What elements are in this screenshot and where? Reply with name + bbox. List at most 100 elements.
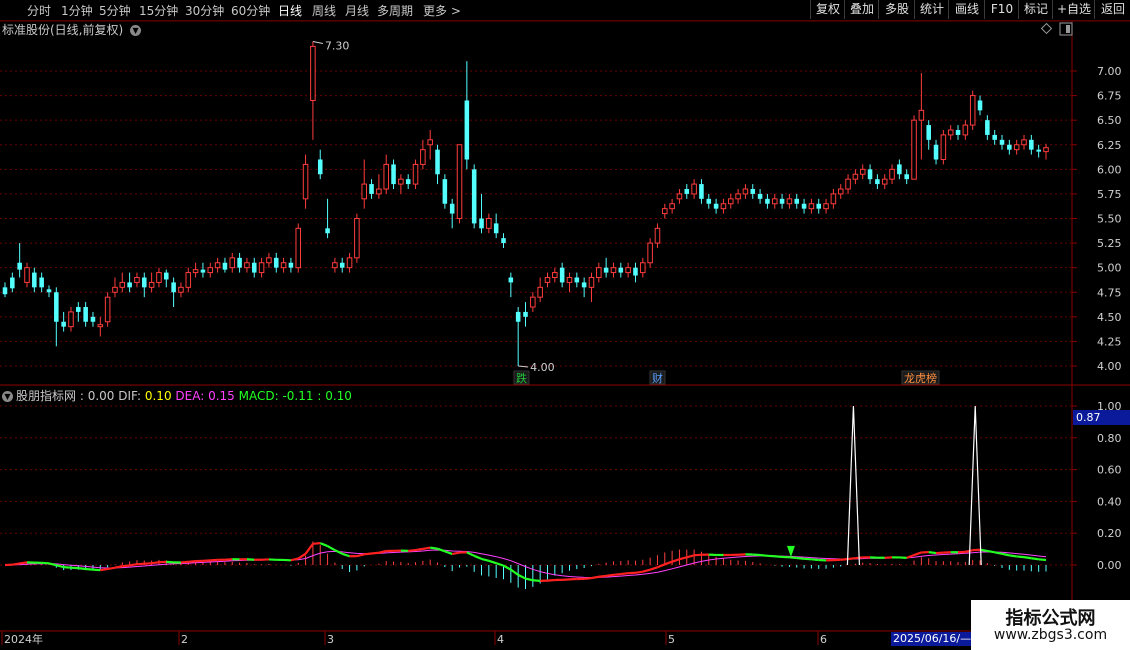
price-gridlines: [0, 70, 1072, 367]
candle: [83, 302, 88, 327]
price-tick-label: 6.00: [1097, 163, 1122, 176]
time-label: 6: [820, 633, 827, 646]
dif-segment: [473, 554, 482, 560]
dif-segment: [481, 557, 490, 562]
dif-segment: [584, 576, 592, 580]
dif-segment: [987, 549, 995, 554]
candle: [999, 134, 1005, 150]
time-axis: 2024年 2 3 4 5 6: [1, 631, 827, 646]
signal-spike: [846, 405, 861, 566]
candle: [471, 164, 477, 229]
dif-segment: [371, 551, 379, 555]
candle: [288, 257, 294, 273]
dif-segment: [122, 564, 130, 568]
dif-segment: [620, 572, 629, 576]
candle: [786, 193, 793, 209]
candle: [229, 252, 236, 273]
dif-segment: [495, 562, 504, 567]
candle: [2, 282, 8, 298]
candle: [904, 169, 909, 185]
indicator-value-macd: MACD: -0.11: [238, 389, 314, 403]
candle: [1021, 134, 1027, 150]
price-axis: 7.00 6.75 6.50 6.25 6.00 5.75 5.50 5.25 5.00 4.75…: [1072, 65, 1122, 373]
chevron-down-icon[interactable]: ▼: [2, 391, 13, 402]
candle: [156, 267, 162, 288]
event-marker[interactable]: 跌: [513, 370, 530, 385]
candle: [119, 272, 126, 293]
candle: [39, 272, 44, 293]
candle: [258, 257, 265, 278]
dif-segment: [517, 573, 526, 580]
candle: [691, 179, 697, 199]
dif-segment: [129, 563, 138, 567]
candle: [633, 262, 638, 283]
candle: [207, 262, 214, 278]
dif-segment: [1031, 557, 1039, 561]
price-tick-label: 4.50: [1097, 311, 1122, 324]
candle: [859, 164, 866, 180]
candle: [1036, 144, 1041, 158]
candle: [742, 184, 749, 199]
candle: [369, 179, 374, 199]
dif-segment: [444, 550, 453, 556]
candle: [192, 262, 199, 278]
dif-segment: [304, 543, 314, 555]
candle: [449, 198, 455, 229]
indicator-name: 股朋指标网: [16, 389, 77, 403]
price-tick-label: 4.25: [1097, 335, 1122, 348]
svg-text:跌: 跌: [516, 371, 527, 385]
dif-segment: [649, 566, 658, 571]
dif-segment: [188, 560, 196, 563]
dif-segment: [1023, 556, 1032, 560]
candle: [280, 257, 287, 273]
candle: [603, 257, 609, 278]
candle: [735, 189, 741, 204]
dif-segment: [356, 553, 365, 558]
candle: [816, 198, 822, 214]
candle: [684, 184, 690, 199]
candle: [537, 277, 543, 303]
indicator-gridlines: [0, 405, 1072, 566]
candle: [947, 125, 954, 140]
cursor-date-badge: 2025/06/16/—: [891, 632, 971, 646]
candle: [310, 41, 316, 140]
candle: [523, 302, 528, 327]
candle: [427, 130, 433, 160]
dif-segment: [56, 564, 64, 569]
candle: [985, 115, 990, 140]
candle: [830, 189, 837, 209]
candle: [881, 174, 888, 189]
dif-segment: [312, 542, 321, 545]
dif-segment: [210, 558, 218, 562]
dif-segment: [796, 556, 805, 560]
candle: [867, 164, 873, 185]
time-label: 3: [327, 633, 334, 646]
candle: [222, 257, 228, 273]
candle: [32, 267, 37, 293]
candle: [1043, 143, 1049, 160]
dif-segment: [100, 568, 108, 572]
dif-segment: [613, 572, 621, 576]
event-marker[interactable]: 财: [649, 370, 666, 385]
candle: [354, 213, 360, 263]
candle: [171, 277, 176, 307]
candle: [713, 198, 719, 214]
time-label: 5: [668, 633, 675, 646]
dif-segment: [19, 561, 28, 565]
candle: [501, 233, 506, 248]
event-marker[interactable]: 龙虎榜: [901, 370, 940, 385]
price-tick-label: 4.00: [1097, 360, 1122, 373]
dif-segment: [811, 558, 819, 562]
candle: [508, 272, 514, 298]
candle: [479, 193, 484, 234]
panel-toggle-icon[interactable]: [1059, 22, 1073, 36]
candle: [897, 159, 902, 180]
dif-segment: [12, 562, 20, 566]
candle: [889, 164, 895, 185]
dif-segment: [1038, 558, 1047, 562]
candle: [662, 203, 668, 219]
diamond-icon[interactable]: [1040, 22, 1053, 35]
candle: [1013, 139, 1020, 155]
candle: [669, 198, 675, 214]
candle: [127, 272, 132, 293]
